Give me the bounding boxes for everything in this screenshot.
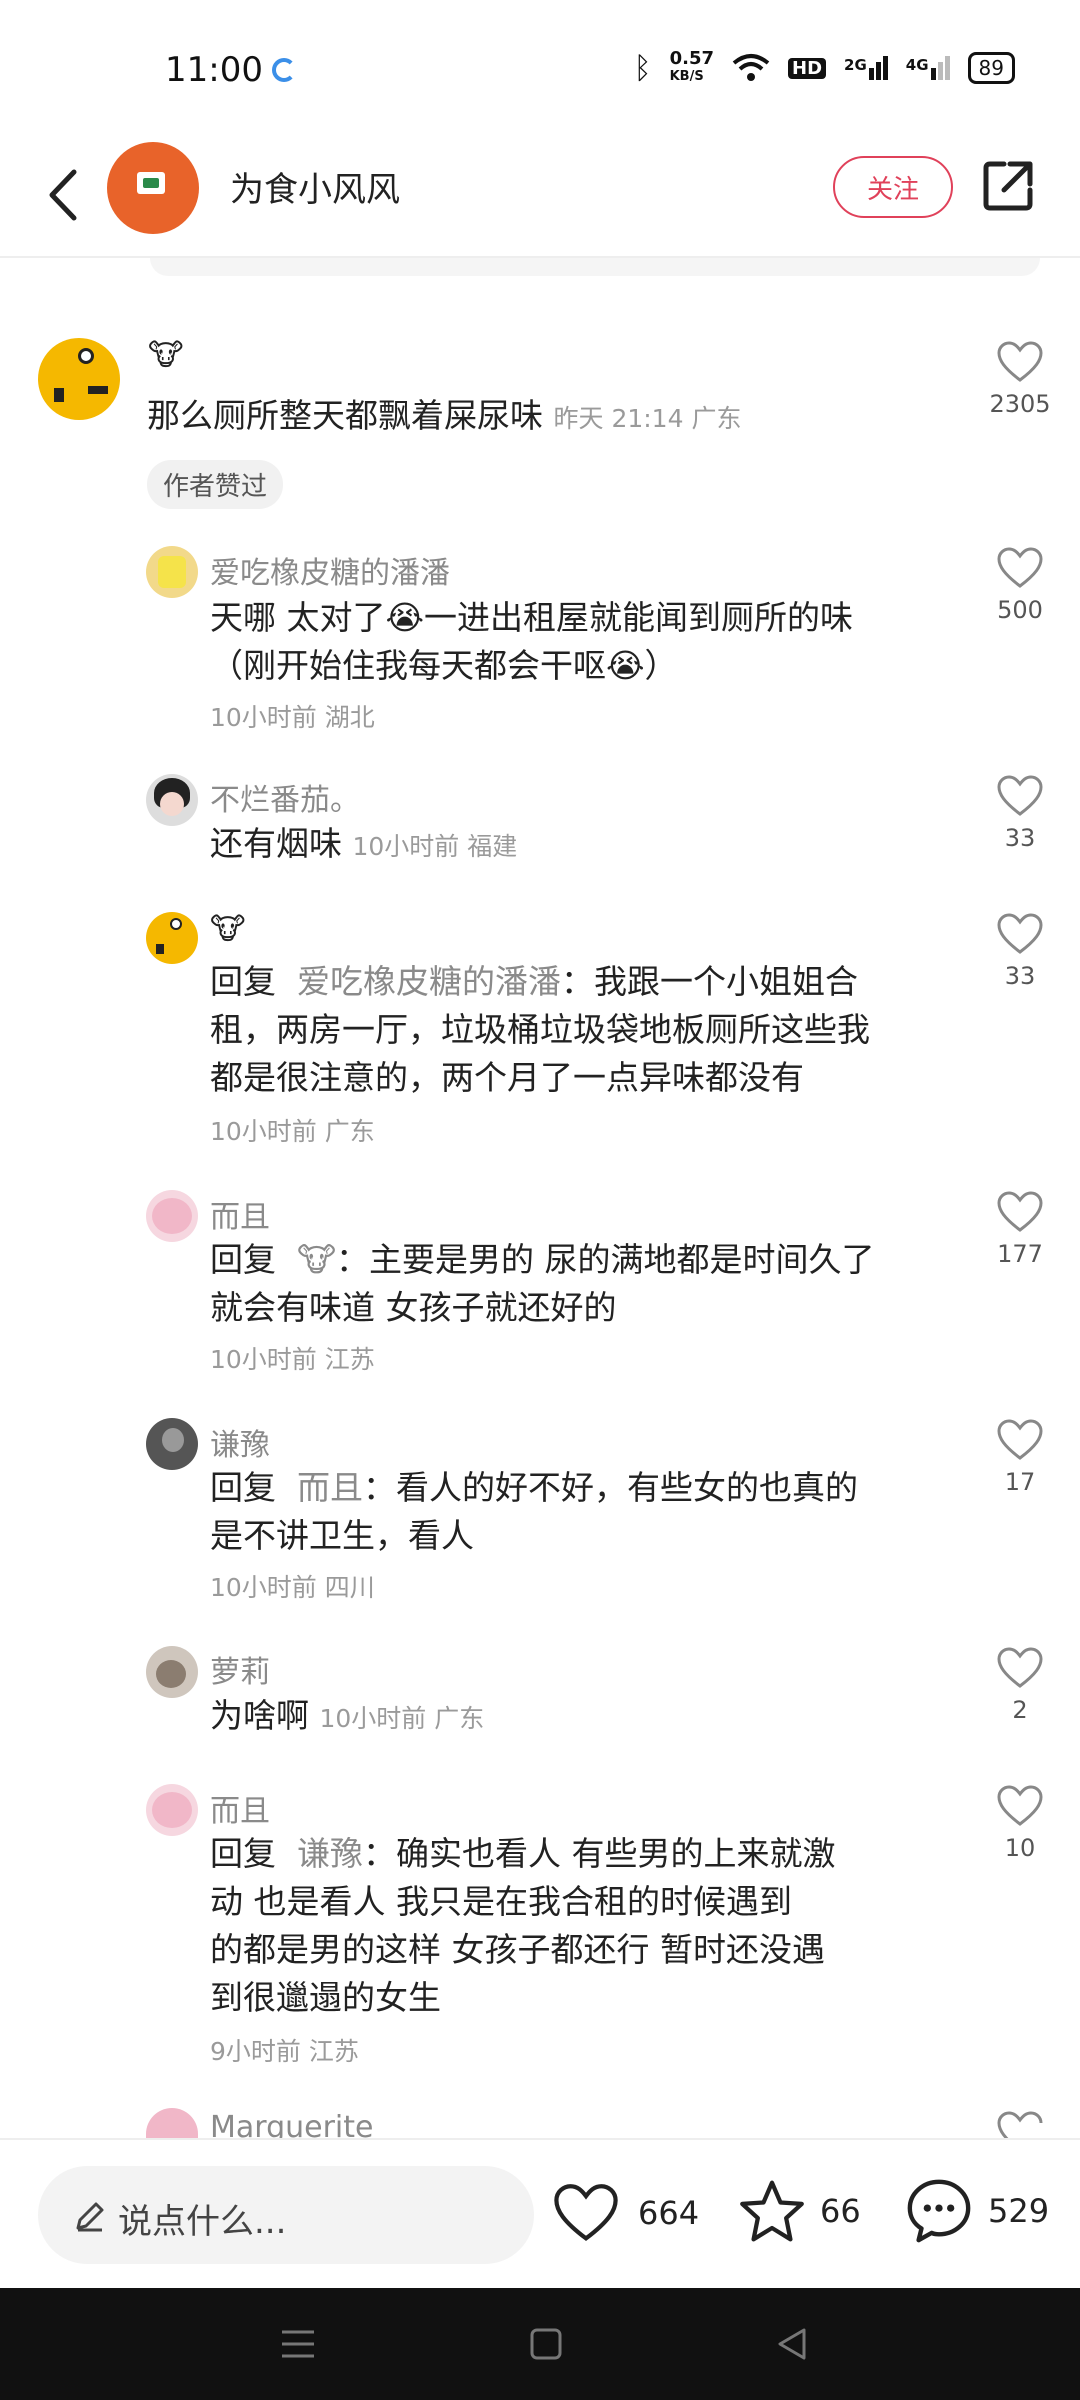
author-name[interactable]: 为食小风风 xyxy=(230,162,400,211)
back-icon[interactable] xyxy=(40,160,88,230)
comment-count: 529 xyxy=(988,2192,1050,2230)
home-icon[interactable] xyxy=(528,2326,564,2362)
heart-icon[interactable] xyxy=(996,912,1044,956)
share-icon[interactable] xyxy=(980,158,1036,214)
comment-author[interactable]: 爱吃橡皮糖的潘潘 xyxy=(210,548,450,592)
comment-meta: 9小时前 江苏 xyxy=(210,2037,359,2066)
collect-count: 66 xyxy=(820,2192,861,2230)
comment-input[interactable]: 说点什么... xyxy=(38,2166,534,2264)
comment-like[interactable]: 2305 xyxy=(985,340,1055,418)
comment-author[interactable]: 而且 xyxy=(210,1786,270,1830)
comment-like[interactable]: 33 xyxy=(985,912,1055,990)
avatar[interactable] xyxy=(146,1190,198,1242)
partial-comment-box xyxy=(150,258,1040,276)
avatar[interactable] xyxy=(146,2108,198,2138)
comment-author[interactable]: 谦豫 xyxy=(210,1420,270,1464)
comment-author[interactable]: 萝莉 xyxy=(210,1647,270,1691)
author-liked-badge: 作者赞过 xyxy=(147,460,284,509)
heart-icon[interactable] xyxy=(996,340,1044,384)
comment-author[interactable]: 🐮 xyxy=(210,912,246,947)
author-avatar[interactable] xyxy=(107,142,199,234)
status-bar: 11:00 ᛒ 0.57 KB/S HD 2G 4G 89 xyxy=(0,0,1080,140)
avatar[interactable] xyxy=(146,1646,198,1698)
comment-like[interactable]: 177 xyxy=(985,1190,1055,1268)
comment-text: 那么厕所整天都飘着屎尿味 昨天 21:14 广东 xyxy=(147,396,742,435)
comments-button[interactable]: 529 xyxy=(904,2176,1049,2246)
comment-text: 回复 爱吃橡皮糖的潘潘：我跟一个小姐姐合 租，两房一厅，垃圾桶垃圾袋地板厕所这些… xyxy=(210,962,870,1097)
avatar[interactable] xyxy=(146,1418,198,1470)
status-icons: ᛒ 0.57 KB/S HD 2G 4G 89 xyxy=(634,50,1015,86)
comment-meta: 10小时前 江苏 xyxy=(210,1345,375,1374)
heart-icon[interactable] xyxy=(996,774,1044,818)
avatar[interactable] xyxy=(38,338,120,420)
comment-text: 还有烟味 10小时前 福建 xyxy=(210,824,518,863)
back-nav-icon[interactable] xyxy=(774,2326,810,2362)
comment-meta: 10小时前 四川 xyxy=(210,1573,375,1602)
avatar[interactable] xyxy=(146,912,198,964)
heart-icon[interactable] xyxy=(996,1190,1044,1234)
comment-icon[interactable] xyxy=(904,2176,974,2246)
comment-like[interactable]: 500 xyxy=(985,546,1055,624)
comment-text: 为啥啊 10小时前 广东 xyxy=(210,1696,485,1735)
hd-icon: HD xyxy=(788,57,827,79)
like-count: 664 xyxy=(638,2194,700,2232)
reply-target[interactable]: 谦豫 xyxy=(297,1834,363,1873)
pencil-icon xyxy=(76,2202,104,2232)
follow-button[interactable]: 关注 xyxy=(833,156,953,218)
heart-icon[interactable] xyxy=(996,546,1044,590)
sync-icon xyxy=(272,58,296,82)
comment-text: 回复 🐮：主要是男的 尿的满地都是时间久了 就会有味道 女孩子就还好的 xyxy=(210,1240,875,1327)
comment-like[interactable]: 2 xyxy=(985,1646,1055,1724)
menu-icon[interactable] xyxy=(278,2326,318,2362)
comment-text: 回复 而且：看人的好不好，有些女的也真的 是不讲卫生，看人 xyxy=(210,1468,858,1555)
wifi-icon xyxy=(732,54,770,81)
avatar[interactable] xyxy=(146,1784,198,1836)
status-time: 11:00 xyxy=(165,50,263,90)
heart-icon[interactable] xyxy=(996,1646,1044,1690)
comment-like[interactable]: 10 xyxy=(985,1784,1055,1862)
comment-meta: 10小时前 广东 xyxy=(210,1117,375,1146)
comment-like[interactable]: 33 xyxy=(985,774,1055,852)
bluetooth-icon: ᛒ xyxy=(633,50,652,86)
system-nav-bar xyxy=(0,2288,1080,2400)
comment-meta: 10小时前 湖北 xyxy=(210,703,375,732)
like-button[interactable]: 664 xyxy=(552,2182,699,2244)
comment-text: 天哪 太对了😭一进出租屋就能闻到厕所的味 （刚开始住我每天都会干呕😭） xyxy=(210,598,854,685)
signal-2g: 2G xyxy=(844,56,888,80)
signal-4g: 4G xyxy=(906,56,950,80)
comment-author[interactable]: 不烂番茄。 xyxy=(210,775,360,819)
collect-button[interactable]: 66 xyxy=(738,2178,861,2244)
avatar[interactable] xyxy=(146,546,198,598)
battery-indicator: 89 xyxy=(967,52,1015,84)
comment-author[interactable]: 🐮 xyxy=(148,338,184,373)
heart-icon[interactable] xyxy=(996,1784,1044,1828)
reply-target[interactable]: 🐮 xyxy=(297,1240,336,1279)
comment-like[interactable]: 17 xyxy=(985,1418,1055,1496)
reply-target[interactable]: 爱吃橡皮糖的潘潘 xyxy=(297,962,561,1001)
comment-text: 回复 谦豫：确实也看人 有些男的上来就激 动 也是看人 我只是在我合租的时候遇到… xyxy=(210,1834,836,2017)
heart-icon[interactable] xyxy=(996,1418,1044,1462)
heart-icon[interactable] xyxy=(996,2110,1044,2140)
heart-icon[interactable] xyxy=(552,2182,620,2244)
network-speed: 0.57 KB/S xyxy=(669,48,715,85)
avatar[interactable] xyxy=(146,774,198,826)
comment-author[interactable]: 而且 xyxy=(210,1192,270,1236)
reply-target[interactable]: 而且 xyxy=(297,1468,363,1507)
star-icon[interactable] xyxy=(738,2178,806,2244)
